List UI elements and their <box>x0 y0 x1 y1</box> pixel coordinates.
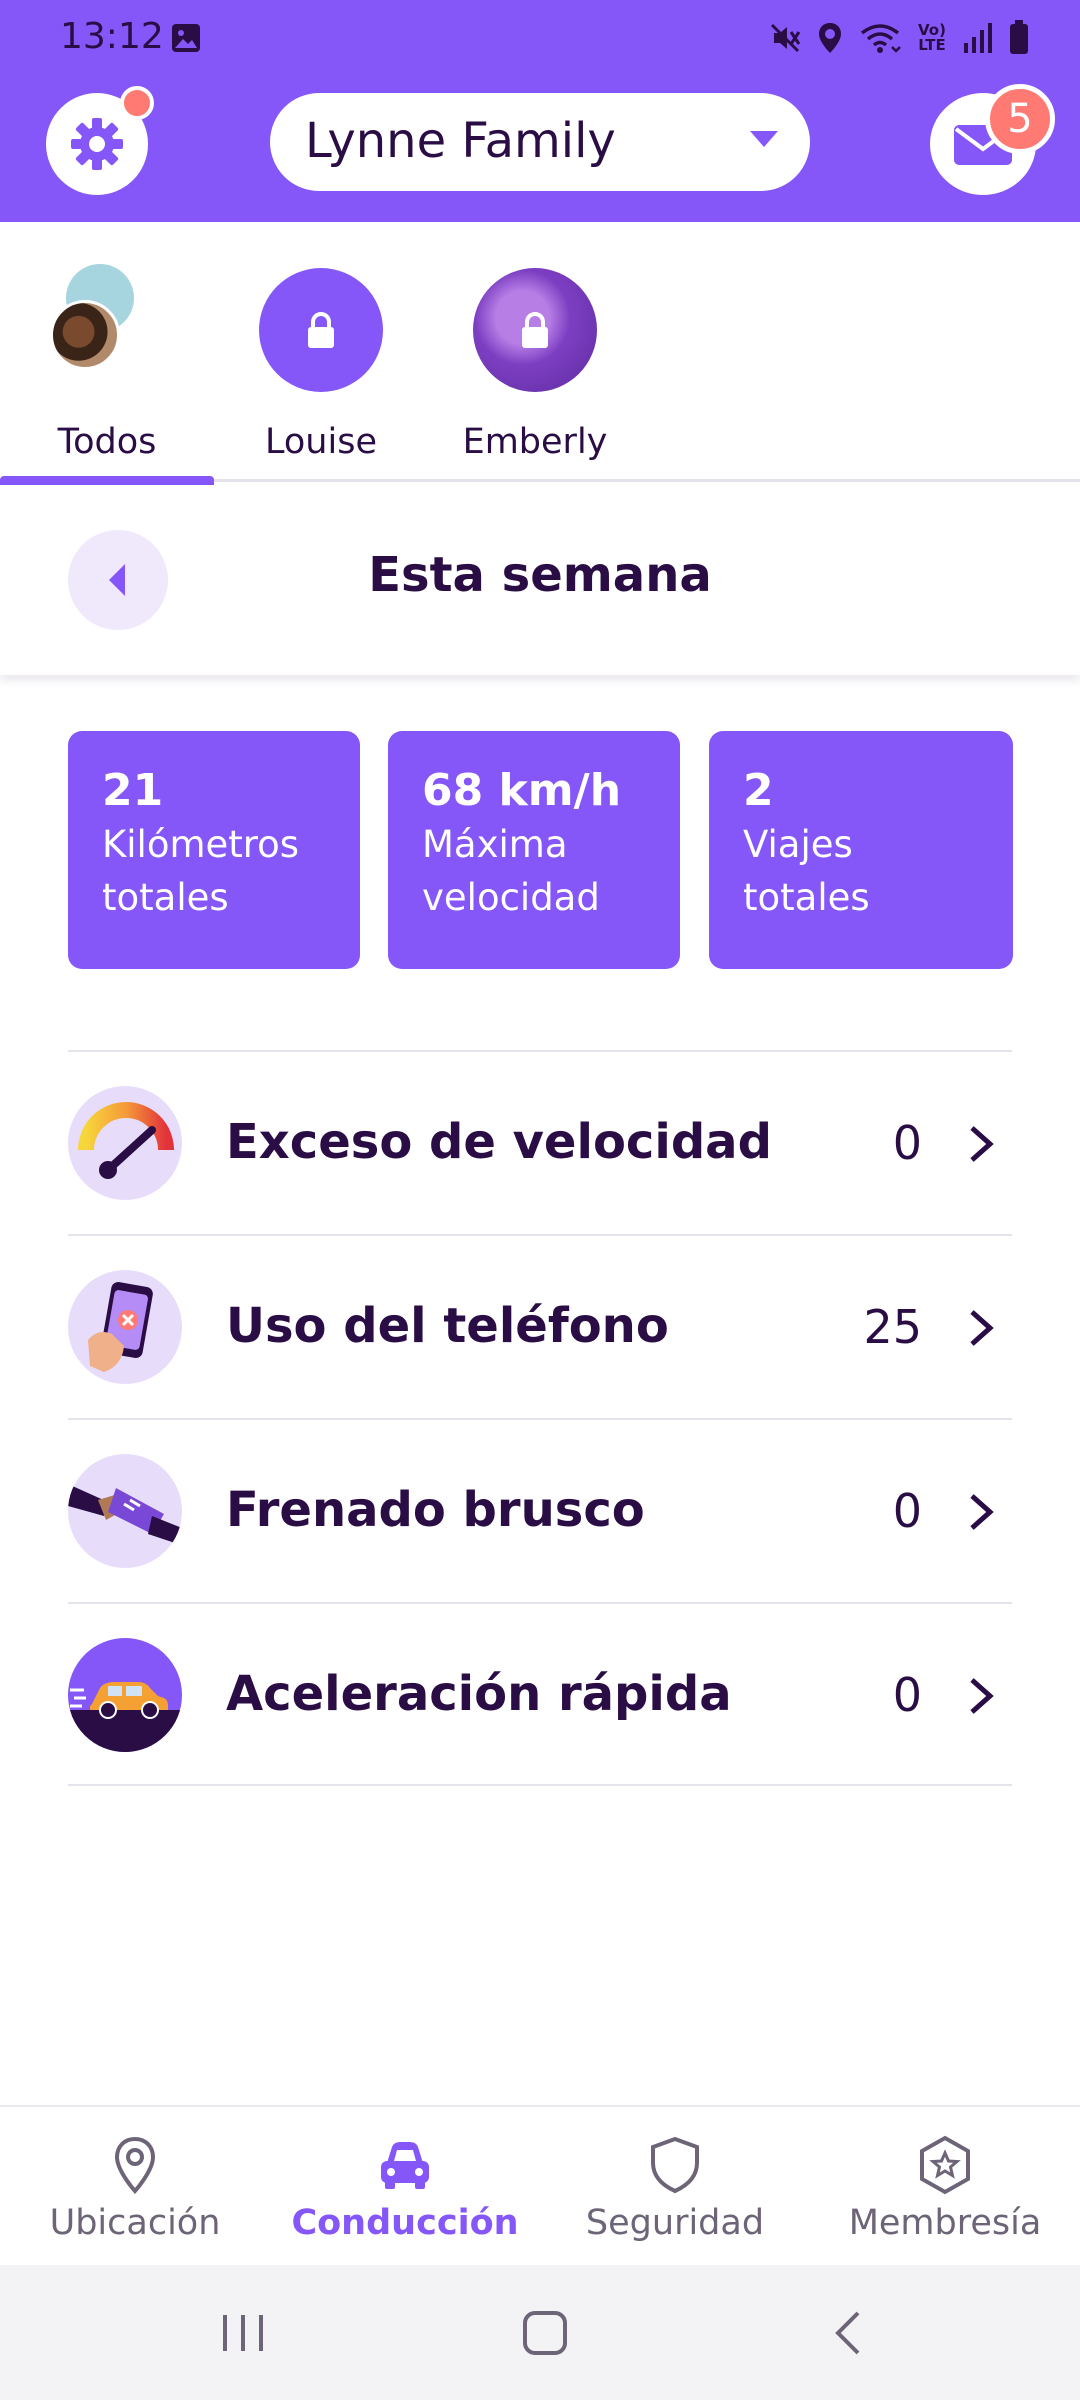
app-header: 13:12 Vo) LTE Lynne Family 5 <box>0 0 1080 222</box>
member-label: Emberly <box>462 422 608 462</box>
status-bar: 13:12 Vo) LTE <box>0 0 1080 80</box>
recent-apps-icon[interactable] <box>213 2307 273 2359</box>
nav-safety[interactable]: Seguridad <box>540 2107 810 2267</box>
circle-name: Lynne Family <box>305 113 616 169</box>
wifi-icon <box>860 24 901 53</box>
stat-card-trips: 2 Viajes totales <box>709 731 1013 969</box>
nav-label: Ubicación <box>49 2203 221 2243</box>
group-avatar <box>50 264 160 384</box>
rapid-acceleration-icon <box>68 1638 182 1752</box>
event-row-speeding[interactable]: Exceso de velocidad 0 <box>68 1050 1012 1234</box>
member-tabs: Todos Louise Emberly <box>0 222 1080 485</box>
event-count: 0 <box>892 1668 922 1722</box>
star-badge-icon <box>920 2135 970 2195</box>
lock-icon <box>308 312 334 348</box>
bottom-navigation: Ubicación Conducción Seguridad Membresía <box>0 2105 1080 2265</box>
location-pin-icon <box>114 2136 156 2194</box>
member-tab-louise[interactable]: Louise <box>214 252 428 482</box>
shield-icon <box>651 2136 699 2194</box>
member-tab-emberly[interactable]: Emberly <box>428 252 642 482</box>
chevron-down-icon <box>750 131 778 147</box>
event-row-rapid-acceleration[interactable]: Aceleración rápida 0 <box>68 1602 1012 1786</box>
gallery-icon <box>172 24 200 52</box>
stat-value: 68 km/h <box>422 765 622 816</box>
stat-label: Viajes totales <box>743 822 870 920</box>
stat-label: Kilómetros totales <box>102 822 300 920</box>
chevron-right-icon <box>970 1310 994 1346</box>
signal-icon <box>964 23 992 53</box>
nav-driving[interactable]: Conducción <box>270 2107 540 2267</box>
gear-icon <box>71 118 123 170</box>
active-tab-indicator <box>0 476 214 485</box>
nav-label: Membresía <box>848 2203 1042 2243</box>
system-navigation-bar <box>0 2265 1080 2400</box>
event-count: 25 <box>863 1300 922 1354</box>
event-label: Frenado brusco <box>226 1482 645 1538</box>
avatar <box>473 268 597 392</box>
week-selector: Esta semana <box>0 485 1080 675</box>
chevron-right-icon <box>970 1678 994 1714</box>
mute-icon <box>770 23 801 53</box>
nav-label: Seguridad <box>585 2203 765 2243</box>
nav-label: Conducción <box>291 2203 519 2243</box>
member-label: Todos <box>57 422 157 462</box>
stat-card-top-speed: 68 km/h Máxima velocidad <box>388 731 680 969</box>
home-icon[interactable] <box>515 2307 575 2359</box>
event-label: Exceso de velocidad <box>226 1114 772 1170</box>
chevron-right-icon <box>970 1494 994 1530</box>
week-title: Esta semana <box>368 547 712 603</box>
driving-events-list: Exceso de velocidad 0 Uso del teléfono 2… <box>68 1050 1012 1786</box>
circle-selector[interactable]: Lynne Family <box>270 93 810 191</box>
stat-card-distance: 21 Kilómetros totales <box>68 731 360 969</box>
status-time: 13:12 <box>60 16 164 57</box>
stat-label: Máxima velocidad <box>422 822 600 920</box>
event-count: 0 <box>892 1484 922 1538</box>
event-row-hard-braking[interactable]: Frenado brusco 0 <box>68 1418 1012 1602</box>
location-icon <box>819 23 841 53</box>
nav-membership[interactable]: Membresía <box>810 2107 1080 2267</box>
event-count: 0 <box>892 1116 922 1170</box>
inbox-badge: 5 <box>985 84 1055 154</box>
nav-location[interactable]: Ubicación <box>0 2107 270 2267</box>
stat-value: 2 <box>743 765 774 816</box>
battery-icon <box>1010 20 1028 54</box>
phone-usage-icon <box>68 1270 182 1384</box>
stat-value: 21 <box>102 765 164 816</box>
avatar <box>259 268 383 392</box>
event-label: Uso del teléfono <box>226 1298 669 1354</box>
volte-icon: Vo) LTE <box>918 21 946 54</box>
member-tab-todos[interactable]: Todos <box>0 252 214 485</box>
status-icons: Vo) LTE <box>768 18 1030 58</box>
lock-icon <box>522 312 548 348</box>
event-row-phone-usage[interactable]: Uso del teléfono 25 <box>68 1234 1012 1418</box>
speedometer-icon <box>68 1086 182 1200</box>
avatar <box>50 300 120 370</box>
member-label: Louise <box>265 422 377 462</box>
hard-braking-icon <box>68 1454 182 1568</box>
back-icon[interactable] <box>820 2307 880 2359</box>
settings-notification-dot <box>120 86 154 120</box>
chevron-right-icon <box>970 1126 994 1162</box>
car-icon <box>381 2142 429 2189</box>
event-label: Aceleración rápida <box>226 1666 732 1722</box>
